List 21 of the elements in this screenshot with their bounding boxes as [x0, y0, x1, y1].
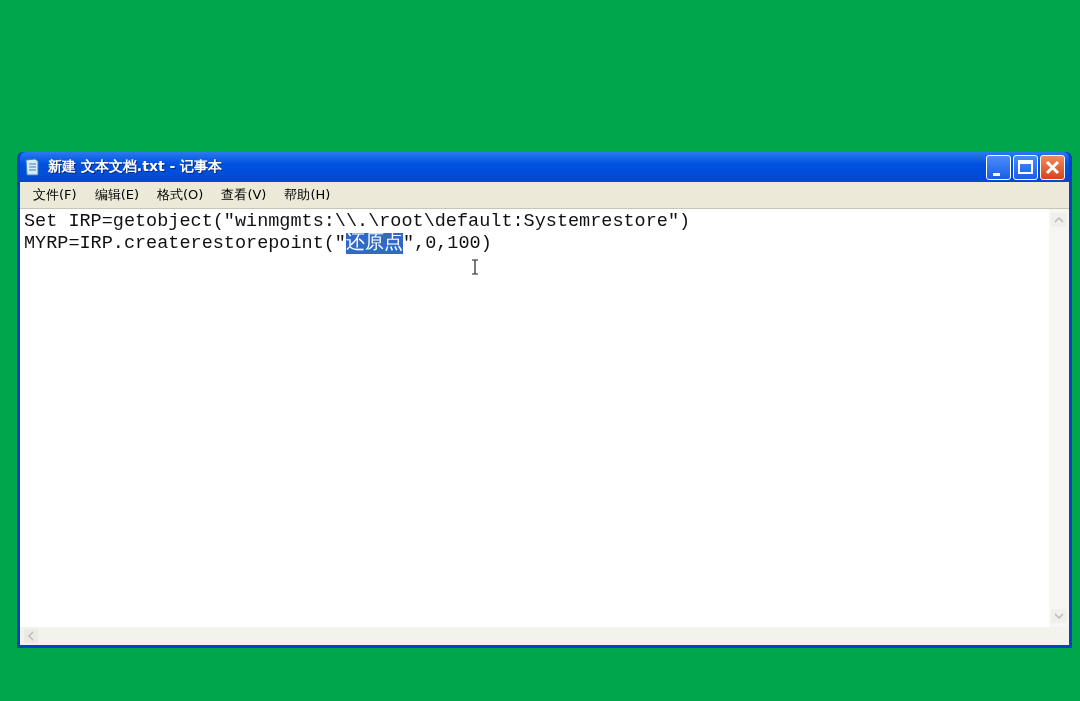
menu-item[interactable]: 文件(F): [24, 186, 86, 204]
menu-item[interactable]: 查看(V): [212, 186, 276, 204]
minimize-icon: [992, 172, 1000, 176]
minimize-button[interactable]: [986, 154, 1011, 180]
menu-item[interactable]: 格式(O): [148, 186, 213, 204]
selected-text: 还原点: [345, 233, 403, 254]
code-text: Set IRP=getobject("winmgmts:\\.\root\default:Systemrestore"): [24, 211, 691, 232]
scroll-left-icon[interactable]: [24, 629, 38, 643]
scroll-up-icon[interactable]: [1051, 213, 1067, 227]
menu-item[interactable]: 编辑(E): [85, 186, 148, 204]
menu-item[interactable]: 帮助(H): [275, 186, 340, 204]
close-button[interactable]: [1040, 154, 1065, 180]
code-text: ",0,100): [402, 233, 492, 254]
scroll-down-icon[interactable]: [1051, 609, 1067, 623]
notepad-icon: [24, 158, 40, 176]
text-cursor-icon: [471, 259, 479, 275]
window-title: 新建 文本文档.txt - 记事本: [48, 158, 223, 176]
horizontal-scrollbar[interactable]: [20, 627, 1069, 645]
code-text: MYRP=IRP.createrestorepoint(": [24, 233, 346, 254]
maximize-button[interactable]: [1013, 154, 1038, 180]
vertical-scrollbar[interactable]: [1049, 209, 1069, 627]
